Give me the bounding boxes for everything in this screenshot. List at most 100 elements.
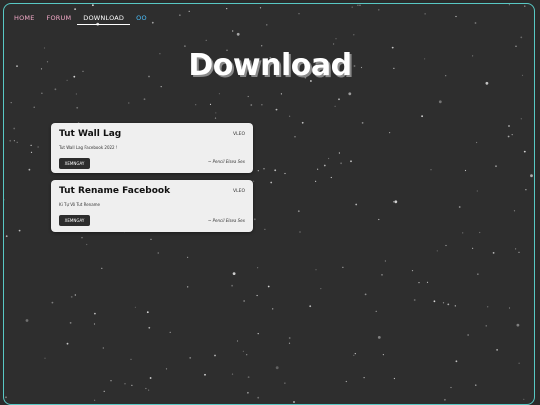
download-card: Tut Wall Lag VLEO Tut Wall Lag Facebook …: [51, 123, 253, 173]
view-now-button[interactable]: XEMNGAY: [59, 158, 90, 169]
star-dot: [236, 340, 239, 342]
star-dot: [75, 93, 77, 95]
star-dot: [513, 210, 516, 212]
card-title: Tut Wall Lag: [59, 129, 122, 139]
star-dot: [256, 294, 258, 297]
star-dot: [30, 151, 33, 153]
star-dot: [294, 136, 296, 138]
view-now-button[interactable]: XEMNGAY: [59, 215, 90, 226]
star-dot: [69, 322, 72, 324]
star-dot: [270, 181, 273, 184]
star-dot: [92, 4, 94, 7]
star-dot: [515, 248, 517, 250]
star-dot: [525, 189, 527, 191]
star-dot: [236, 32, 240, 36]
star-dot: [378, 9, 380, 11]
star-dot: [413, 299, 416, 301]
star-dot: [487, 306, 489, 308]
star-dot: [357, 4, 359, 6]
page-title: Download: [188, 48, 352, 83]
star-dot: [472, 247, 474, 249]
card-tag: VLEO: [233, 189, 245, 194]
star-dot: [74, 294, 76, 296]
star-dot: [149, 377, 152, 379]
star-dot: [476, 141, 478, 144]
star-dot: [338, 152, 340, 154]
star-dot: [315, 269, 317, 271]
star-dot: [309, 305, 312, 308]
card-description: Ki Tự Vô Tut Rename: [59, 202, 101, 207]
star-dot: [33, 106, 35, 108]
star-dot: [523, 398, 525, 400]
card-tag: VLEO: [233, 132, 245, 137]
star-dot: [54, 88, 57, 91]
star-dot: [342, 266, 344, 268]
star-dot: [288, 337, 291, 339]
card-author: ~ Pencil Elsea Sex: [208, 159, 245, 164]
star-dot: [516, 323, 520, 327]
star-dot: [247, 391, 249, 394]
star-dot: [257, 170, 259, 172]
star-dot: [411, 270, 414, 272]
star-dot: [280, 93, 282, 95]
star-dot: [438, 100, 442, 104]
star-dot: [335, 38, 337, 40]
star-dot: [495, 165, 497, 168]
star-dot: [250, 104, 253, 106]
star-dot: [101, 267, 103, 269]
star-dot: [350, 160, 352, 163]
star-dot: [511, 134, 513, 136]
star-dot: [363, 377, 365, 379]
star-dot: [384, 260, 386, 262]
star-dot: [94, 399, 96, 401]
star-dot: [508, 307, 511, 309]
star-dot: [143, 98, 146, 101]
star-dot: [520, 36, 523, 39]
star-dot: [524, 5, 526, 7]
star-dot: [274, 169, 277, 172]
star-dot: [393, 377, 395, 380]
star-dot: [272, 308, 274, 310]
star-dot: [450, 386, 452, 389]
star-dot: [323, 164, 326, 167]
star-dot: [188, 10, 190, 12]
star-dot: [284, 382, 286, 384]
star-dot: [195, 104, 197, 106]
star-dot: [464, 169, 467, 172]
star-dot: [209, 103, 212, 105]
star-dot: [320, 288, 322, 290]
star-dot: [515, 45, 517, 47]
nav-home-link[interactable]: HOME: [8, 12, 41, 24]
card-description: Tut Wall Lag Facebook 2022 !: [59, 145, 118, 150]
nav-extra-link[interactable]: OO: [130, 12, 153, 24]
star-dot: [187, 256, 189, 258]
star-dot: [150, 238, 152, 240]
star-dot: [496, 349, 498, 351]
star-dot: [275, 108, 278, 111]
star-dot: [330, 176, 332, 179]
star-dot: [44, 357, 46, 359]
star-dot: [93, 323, 96, 325]
star-dot: [261, 45, 263, 47]
star-dot: [18, 229, 21, 232]
star-dot: [257, 267, 259, 269]
star-dot: [518, 251, 520, 253]
nav-forum-link[interactable]: FORUM: [41, 12, 78, 24]
star-dot: [124, 383, 126, 385]
star-dot: [508, 125, 510, 127]
star-dot: [218, 93, 220, 95]
star-dot: [81, 237, 83, 239]
star-dot: [351, 6, 353, 8]
star-dot: [345, 380, 347, 383]
nav-download-link[interactable]: DOWNLOAD: [77, 12, 131, 25]
star-dot: [128, 102, 130, 104]
star-dot: [447, 303, 450, 306]
star-dot: [289, 115, 291, 117]
star-dot: [455, 15, 457, 18]
star-dot: [146, 311, 149, 314]
star-dot: [393, 201, 395, 203]
star-dot: [348, 92, 352, 96]
star-dot: [148, 326, 151, 329]
star-dot: [359, 4, 361, 6]
star-dot: [261, 104, 263, 106]
